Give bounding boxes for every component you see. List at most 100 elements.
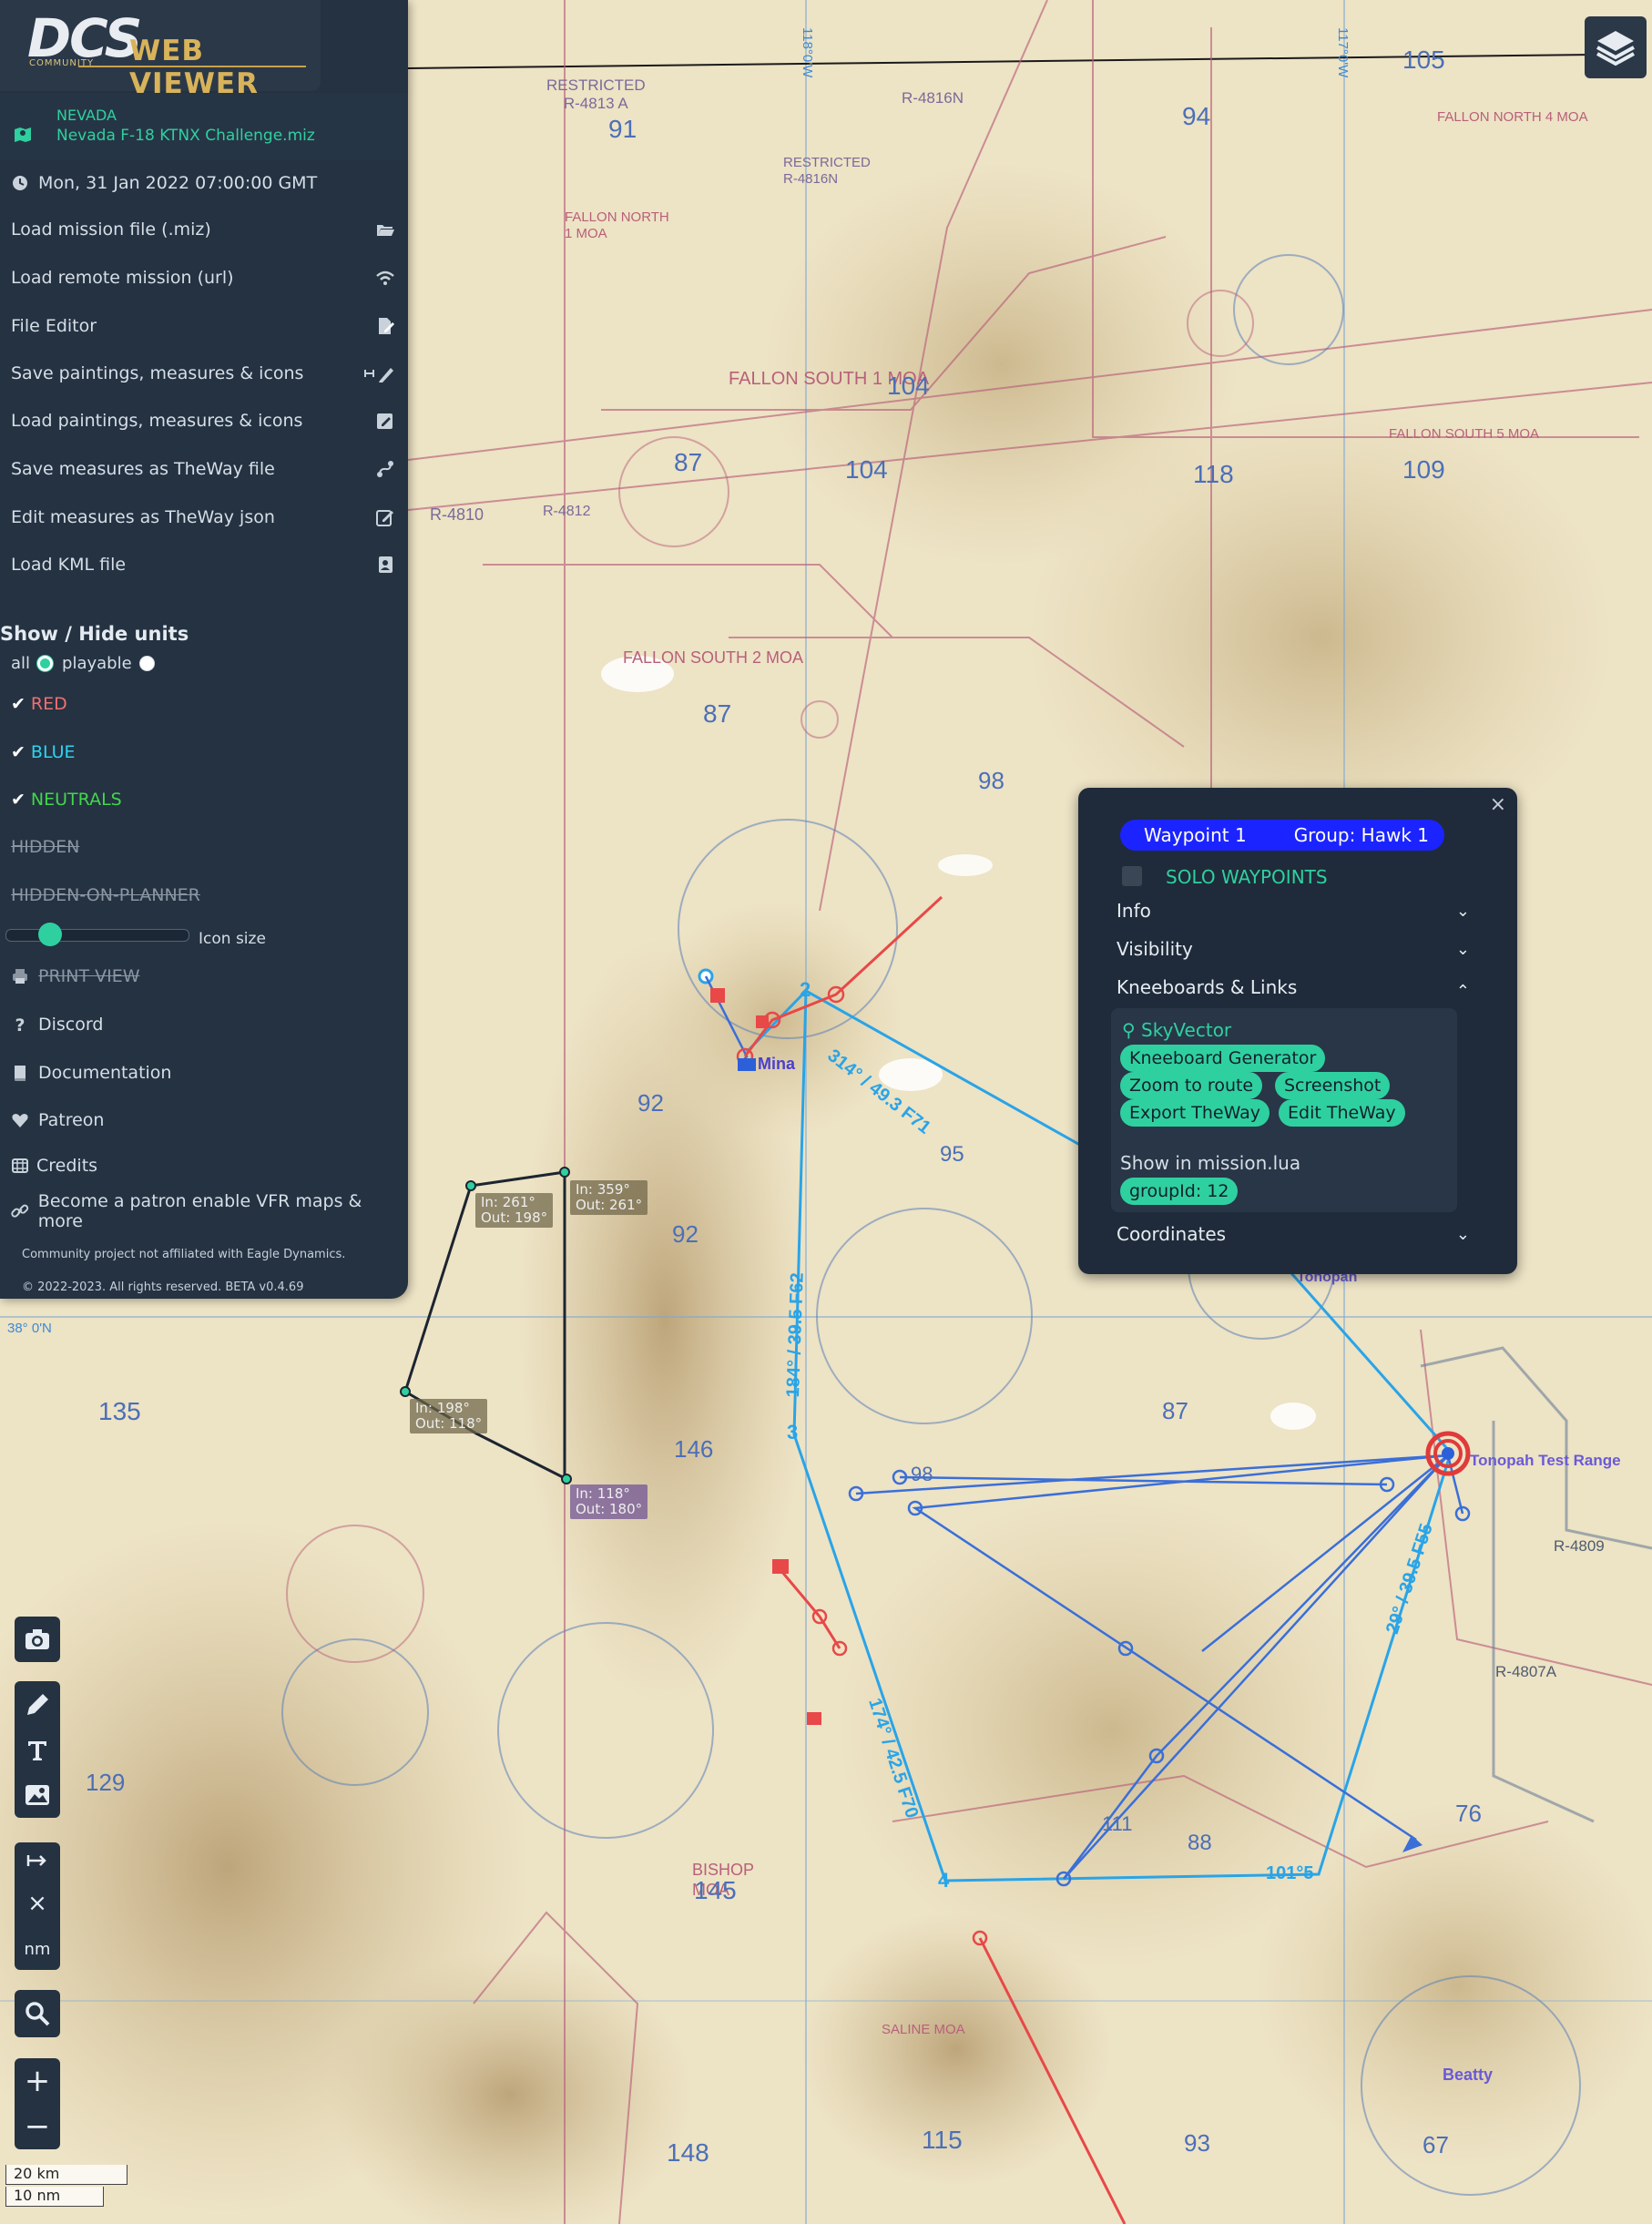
load-remote-label: Load remote mission (url) [11,268,234,288]
fallon-south-5-label: FALLON SOUTH 5 MOA [1389,426,1540,442]
group-id-button[interactable]: groupId: 12 [1120,1178,1239,1205]
discord-link[interactable]: ? Discord [0,1002,408,1047]
restricted-r4813a-text: RESTRICTED R-4813 A [546,77,646,112]
image-icon[interactable] [24,1782,51,1808]
icon-size-slider-thumb[interactable] [38,923,62,946]
map-marker-icon [15,128,31,142]
save-theway-label: Save measures as TheWay file [11,459,275,479]
elevation-label: 67 [1423,2131,1449,2158]
mission-datetime-row[interactable]: Mon, 31 Jan 2022 07:00:00 GMT [0,160,408,206]
screenshot-tool-button[interactable] [15,1617,60,1662]
route-icon: ⚲ [1122,1019,1136,1041]
route-out-heading: Out: 198° [481,1209,548,1226]
filter-all-radio[interactable] [37,656,54,671]
toggle-hidden-on-planner[interactable]: HIDDEN-ON-PLANNER [0,872,408,918]
save-paintings-button[interactable]: Save paintings, measures & icons [0,351,408,396]
elevation-label: 87 [674,448,703,476]
export-theway-button[interactable]: Export TheWay [1120,1099,1270,1127]
search-button[interactable] [15,1990,60,2037]
toggle-red[interactable]: ✔ RED [0,681,408,727]
elevation-label: 146 [674,1435,714,1463]
folder-open-icon [377,225,394,236]
load-mission-button[interactable]: Load mission file (.miz) [0,207,408,252]
solo-waypoints-checkbox[interactable] [1122,866,1142,886]
route-info-box: In: 198° Out: 118° [410,1399,488,1433]
close-icon[interactable]: × [1490,793,1506,816]
zoom-to-route-button[interactable]: Zoom to route [1120,1072,1263,1099]
elevation-label: 91 [608,115,637,143]
measure-icon[interactable] [26,1853,48,1868]
text-icon[interactable] [25,1738,50,1763]
coordinates-accordion[interactable]: Coordinates ⌄ [1117,1223,1488,1245]
become-patron-link[interactable]: Become a patron enable VFR maps & more [0,1189,408,1234]
wifi-icon [376,270,394,285]
elevation-label: 87 [1162,1397,1188,1424]
r4809-label: R-4809 [1554,1537,1605,1555]
patreon-link[interactable]: Patreon [0,1097,408,1143]
edit-theway-button[interactable]: Edit measures as TheWay json [0,495,408,540]
zoom-control: + − [15,2058,60,2149]
load-kml-button[interactable]: Load KML file [0,542,408,587]
toggle-neutrals[interactable]: ✔ NEUTRALS [0,777,408,822]
print-icon [13,969,27,984]
question-icon: ? [15,1015,25,1035]
elevation-label: 115 [922,2126,963,2154]
screenshot-button[interactable]: Screenshot [1275,1072,1391,1099]
camera-icon [25,1629,49,1649]
fallon-north-1-text: FALLON NORTH 1 MOA [565,209,669,241]
waypoint-name: Waypoint 1 [1144,824,1247,846]
visibility-accordion[interactable]: Visibility ⌄ [1117,938,1488,960]
distance-unit-toggle[interactable]: nm [25,1940,51,1959]
route-in-heading: In: 198° [415,1400,470,1416]
toggle-hidden[interactable]: HIDDEN [0,824,408,870]
edit-theway-button[interactable]: Edit TheWay [1279,1099,1405,1127]
pencil-icon[interactable] [24,1691,51,1719]
elevation-label: 98 [911,1463,933,1485]
load-remote-button[interactable]: Load remote mission (url) [0,255,408,301]
documentation-link[interactable]: Documentation [0,1050,408,1096]
route-leg-label: 101°5 [1266,1863,1314,1883]
waypoint-number-label[interactable]: 3 [787,1421,798,1444]
saline-moa-label: SALINE MOA [882,2022,965,2037]
sidebar: DCS COMMUNITY WEB VIEWER NEVADA Nevada F… [0,0,408,1299]
logo-underline [78,66,306,67]
skyvector-link[interactable]: ⚲ SkyVector [1122,1019,1231,1041]
info-accordion[interactable]: Info ⌄ [1117,900,1488,922]
zoom-in-button[interactable]: + [25,2063,51,2099]
toggle-blue[interactable]: ✔ BLUE [0,729,408,775]
elevation-label: 118 [1193,460,1234,488]
mission-datetime: Mon, 31 Jan 2022 07:00:00 GMT [38,173,318,193]
edit-square-icon [377,413,393,429]
icon-size-slider-track[interactable] [5,929,189,942]
fallon-south-2-label: FALLON SOUTH 2 MOA [623,648,804,667]
r4812-label: R-4812 [543,504,591,519]
kneeboards-accordion-label: Kneeboards & Links [1117,976,1298,998]
file-editor-button[interactable]: File Editor [0,303,408,349]
toggle-red-label: RED [30,694,67,714]
elevation-label: 87 [703,699,732,728]
chevron-down-icon: ⌄ [1455,1225,1470,1244]
print-view-button[interactable]: PRINT VIEW [0,954,408,999]
route-out-heading: Out: 180° [576,1501,643,1517]
elevation-label: 92 [637,1089,664,1117]
load-paintings-button[interactable]: Load paintings, measures & icons [0,398,408,444]
drawing-toolbar [15,1681,60,1818]
heart-icon [12,1114,28,1127]
waypoint-number-label[interactable]: 4 [938,1869,949,1892]
measure-clear-button[interactable]: × [27,1890,47,1917]
waypoint-number-label[interactable]: 2 [800,978,811,1002]
kneeboards-accordion[interactable]: Kneeboards & Links ⌃ [1117,976,1488,1001]
elevation-label: 94 [1182,102,1211,130]
layers-button[interactable] [1585,16,1647,78]
save-theway-button[interactable]: Save measures as TheWay file [0,446,408,492]
tonopah-target-icon [1425,1431,1471,1476]
filter-all-label: all [11,654,31,673]
filter-playable-radio[interactable] [138,656,155,671]
elevation-label: 129 [86,1769,126,1796]
kneeboard-generator-button[interactable]: Kneeboard Generator [1120,1045,1326,1072]
logo-web-viewer-text: WEB VIEWER [129,35,259,100]
patreon-label: Patreon [38,1110,105,1130]
credits-link[interactable]: Credits [0,1143,408,1189]
zoom-out-button[interactable]: − [25,2108,51,2145]
layers-icon [1596,31,1635,66]
